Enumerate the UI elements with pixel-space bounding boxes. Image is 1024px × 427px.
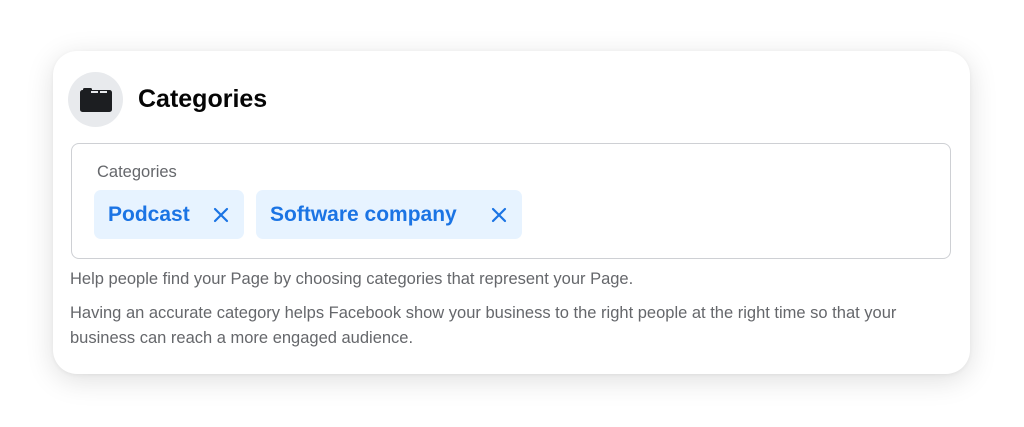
chip-label: Software company bbox=[270, 202, 457, 226]
help-text-primary: Help people find your Page by choosing c… bbox=[70, 270, 634, 288]
briefcase-icon bbox=[68, 72, 123, 127]
categories-field[interactable]: Categories Podcast Software company bbox=[71, 143, 951, 259]
close-icon[interactable] bbox=[490, 206, 508, 224]
section-title: Categories bbox=[138, 85, 268, 113]
category-chip-software-company: Software company bbox=[256, 190, 522, 239]
help-text-secondary: Having an accurate category helps Facebo… bbox=[70, 304, 897, 347]
categories-field-label: Categories bbox=[97, 163, 177, 181]
category-chip-podcast: Podcast bbox=[94, 190, 244, 239]
close-icon[interactable] bbox=[212, 206, 230, 224]
categories-card: Categories Categories Podcast Software c… bbox=[53, 51, 970, 374]
chip-label: Podcast bbox=[108, 202, 190, 226]
